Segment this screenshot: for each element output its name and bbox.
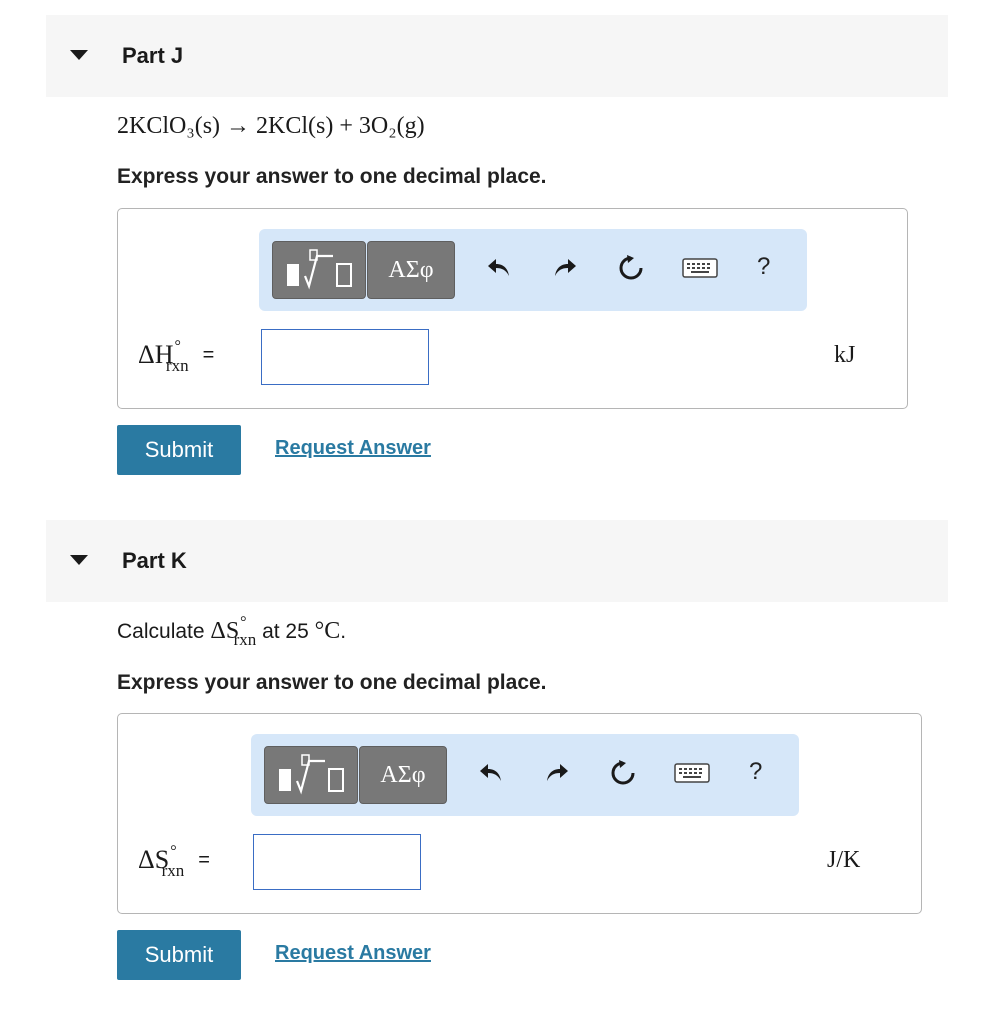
instruction-text: Express your answer to one decimal place…: [117, 165, 547, 188]
request-answer-link[interactable]: Request Answer: [275, 942, 431, 965]
submit-button[interactable]: Submit: [117, 425, 241, 475]
delta-s-rxn-label: ΔS°rxn =: [138, 843, 210, 880]
delta-h-rxn-label: ΔH°rxn =: [138, 338, 215, 375]
answer-box: ΑΣφ ? ΔS°rxn = J/K: [117, 713, 922, 914]
help-button[interactable]: ?: [757, 253, 770, 281]
redo-icon[interactable]: [540, 756, 574, 790]
part-j-header[interactable]: Part J: [46, 15, 948, 97]
answer-input[interactable]: [253, 834, 421, 890]
keyboard-icon[interactable]: [672, 756, 712, 790]
part-title: Part J: [122, 43, 184, 68]
question-text: Calculate ΔS°rxn at 25 °C.: [117, 614, 347, 649]
templates-icon: [287, 249, 352, 290]
unit-label: J/K: [827, 847, 861, 873]
templates-button[interactable]: [264, 746, 358, 804]
reset-icon[interactable]: [614, 251, 648, 285]
greek-symbols-button[interactable]: ΑΣφ: [367, 241, 455, 299]
keyboard-icon[interactable]: [680, 251, 720, 285]
collapse-caret-icon[interactable]: [70, 50, 88, 60]
reaction-equation: 2KClO₃(s) → 2KCl(s) + 3O₂(g): [117, 113, 425, 139]
math-toolbar: ΑΣφ ?: [259, 229, 807, 311]
part-k-header[interactable]: Part K: [46, 520, 948, 602]
collapse-caret-icon[interactable]: [70, 555, 88, 565]
templates-icon: [279, 754, 344, 795]
help-button[interactable]: ?: [749, 758, 762, 786]
undo-icon[interactable]: [474, 756, 508, 790]
answer-input[interactable]: [261, 329, 429, 385]
redo-icon[interactable]: [548, 251, 582, 285]
request-answer-link[interactable]: Request Answer: [275, 437, 431, 460]
templates-button[interactable]: [272, 241, 366, 299]
instruction-text: Express your answer to one decimal place…: [117, 671, 547, 694]
unit-label: kJ: [834, 342, 856, 368]
submit-button[interactable]: Submit: [117, 930, 241, 980]
greek-symbols-button[interactable]: ΑΣφ: [359, 746, 447, 804]
math-toolbar: ΑΣφ ?: [251, 734, 799, 816]
undo-icon[interactable]: [482, 251, 516, 285]
reset-icon[interactable]: [606, 756, 640, 790]
part-title: Part K: [122, 548, 187, 573]
answer-box: ΑΣφ ? ΔH°rxn = kJ: [117, 208, 908, 409]
